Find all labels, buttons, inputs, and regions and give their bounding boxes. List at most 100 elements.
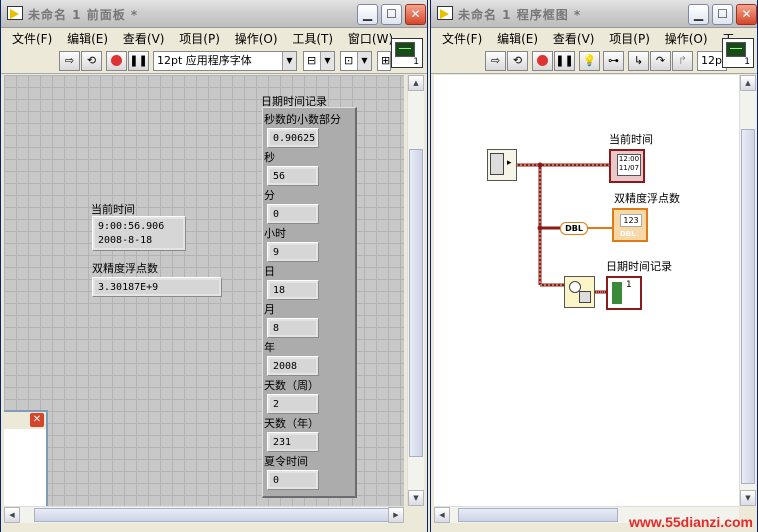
connector-number: 1 [744, 57, 750, 67]
scroll-thumb[interactable] [458, 508, 618, 522]
align-objects-icon[interactable]: ⊟ ▼ [303, 51, 335, 71]
cluster-field-value[interactable]: 0.90625 [267, 128, 319, 148]
run-icon[interactable]: ⇨ [485, 51, 506, 71]
scroll-left-icon[interactable]: ◀ [4, 507, 20, 523]
cluster-field-value[interactable]: 0 [267, 204, 319, 224]
block-diagram-canvas[interactable]: ▸ 当前时间 12:00 11/07 DBL 双精度浮点数 123 DBL 日期… [434, 75, 739, 506]
scroll-up-icon[interactable]: ▲ [408, 75, 424, 91]
vi-connector-icon[interactable]: 1 [391, 38, 423, 68]
double-label: 双精度浮点数 [92, 262, 158, 275]
palette-titlebar[interactable]: ✕ [4, 412, 46, 429]
arrow-icon: ▸ [507, 158, 512, 168]
block-diagram-window: 未命名 1 程序框图 * ▁ ☐ ✕ 文件(F) 编辑(E) 查看(V) 项目(… [430, 0, 758, 532]
menu-operate[interactable]: 操作(O) [235, 28, 278, 47]
seconds-to-datetime-node[interactable] [564, 276, 595, 308]
chevron-down-icon: ▼ [320, 52, 334, 70]
current-time-line2: 2008-8-18 [98, 235, 153, 246]
menu-tools[interactable]: 工具(T) [292, 28, 333, 47]
step-over-icon[interactable]: ↷ [650, 51, 671, 71]
double-indicator[interactable]: 3.30187E+9 [92, 277, 222, 297]
minimize-button[interactable]: ▁ [357, 4, 378, 25]
double-terminal[interactable]: 123 DBL [612, 208, 648, 242]
cluster-field-value[interactable]: 0 [267, 470, 319, 490]
watermark: www.55dianzi.com [629, 514, 753, 530]
menu-file[interactable]: 文件(F) [442, 28, 482, 47]
menu-view[interactable]: 查看(V) [553, 28, 595, 47]
field-text: 0 [270, 207, 316, 221]
scroll-down-icon[interactable]: ▼ [408, 490, 424, 506]
record-terminal[interactable]: 1 [606, 276, 642, 310]
cluster-field-label: 日 [264, 265, 275, 278]
scroll-up-icon[interactable]: ▲ [740, 75, 756, 91]
cluster-field-value[interactable]: 9 [267, 242, 319, 262]
highlight-execution-icon[interactable]: 💡 [579, 51, 600, 71]
get-datetime-node[interactable]: ▸ [487, 149, 517, 181]
datetime-cluster[interactable]: 秒数的小数部分 0.90625 秒 56 分 0 小时 9 日 18 月 8 年… [262, 107, 357, 498]
front-panel-titlebar[interactable]: 未命名 1 前面板 * ▁ ☐ ✕ [1, 0, 427, 28]
scroll-left-icon[interactable]: ◀ [434, 507, 450, 523]
run-icon[interactable]: ⇨ [59, 51, 80, 71]
menu-edit[interactable]: 编辑(E) [497, 28, 538, 47]
step-out-icon[interactable]: ↱ [672, 51, 693, 71]
close-button[interactable]: ✕ [736, 4, 757, 25]
front-panel-vscroll[interactable]: ▲ ▼ [407, 75, 424, 506]
scroll-down-icon[interactable]: ▼ [740, 490, 756, 506]
maximize-button[interactable]: ☐ [381, 4, 402, 25]
field-text: 2008 [270, 359, 316, 373]
front-panel-canvas[interactable]: 当前时间 9:00:56.906 2008-8-18 双精度浮点数 3.3018… [4, 75, 404, 506]
run-continuously-icon[interactable]: ⟲ [507, 51, 528, 71]
menu-project[interactable]: 项目(P) [609, 28, 650, 47]
distribute-objects-icon[interactable]: ⊡ ▼ [340, 51, 372, 71]
front-panel-hscroll[interactable]: ◀ ▶ [4, 506, 404, 523]
cluster-field-label: 小时 [264, 227, 286, 240]
cluster-icon [612, 282, 622, 304]
menu-edit[interactable]: 编辑(E) [67, 28, 108, 47]
resize-objects-icon[interactable]: ⊞ [377, 51, 391, 71]
current-time-terminal-label: 当前时间 [609, 133, 653, 146]
cluster-field-value[interactable]: 56 [267, 166, 319, 186]
block-diagram-titlebar[interactable]: 未命名 1 程序框图 * ▁ ☐ ✕ [431, 0, 757, 28]
chevron-down-icon: ▼ [357, 52, 371, 70]
pause-icon[interactable]: ❚❚ [554, 51, 575, 71]
menu-view[interactable]: 查看(V) [123, 28, 165, 47]
scroll-thumb[interactable] [34, 508, 389, 522]
menu-project[interactable]: 项目(P) [179, 28, 220, 47]
scroll-thumb[interactable] [409, 149, 423, 457]
step-into-icon[interactable]: ↳ [628, 51, 649, 71]
menu-file[interactable]: 文件(F) [12, 28, 52, 47]
vi-connector-icon[interactable]: 1 [722, 38, 754, 68]
abort-icon[interactable] [532, 51, 553, 71]
front-panel-menubar: 文件(F) 编辑(E) 查看(V) 项目(P) 操作(O) 工具(T) 窗口(W… [1, 28, 427, 48]
cluster-field-value[interactable]: 2 [267, 394, 319, 414]
cluster-field-value[interactable]: 8 [267, 318, 319, 338]
scroll-thumb[interactable] [741, 129, 755, 484]
cluster-field-label: 秒数的小数部分 [264, 113, 341, 126]
double-terminal-label: 双精度浮点数 [614, 192, 680, 205]
cluster-field-value[interactable]: 2008 [267, 356, 319, 376]
calendar-icon [579, 291, 591, 303]
close-button[interactable]: ✕ [405, 4, 426, 25]
maximize-button[interactable]: ☐ [712, 4, 733, 25]
block-diagram-vscroll[interactable]: ▲ ▼ [739, 75, 756, 506]
to-dbl-node[interactable]: DBL [560, 222, 588, 235]
menu-operate[interactable]: 操作(O) [665, 28, 708, 47]
menu-window[interactable]: 窗口(W) [348, 28, 393, 47]
pause-icon[interactable]: ❚❚ [128, 51, 149, 71]
scroll-right-icon[interactable]: ▶ [388, 507, 404, 523]
run-continuously-icon[interactable]: ⟲ [81, 51, 102, 71]
font-select[interactable]: 12pt 应用程序字体 ▼ [153, 51, 297, 71]
current-time-terminal[interactable]: 12:00 11/07 [609, 149, 645, 183]
front-panel-toolbar: ⇨ ⟲ ❚❚ 12pt 应用程序字体 ▼ ⊟ ▼ ⊡ ▼ ⊞ [1, 48, 427, 74]
current-time-indicator[interactable]: 9:00:56.906 2008-8-18 [92, 216, 186, 251]
cluster-field-value[interactable]: 18 [267, 280, 319, 300]
abort-icon[interactable] [106, 51, 127, 71]
front-panel-title: 未命名 1 前面板 * [28, 8, 139, 22]
cluster-field-value[interactable]: 231 [267, 432, 319, 452]
minimize-button[interactable]: ▁ [688, 4, 709, 25]
cluster-field-label: 月 [264, 303, 275, 316]
block-diagram-menubar: 文件(F) 编辑(E) 查看(V) 项目(P) 操作(O) 工 [431, 28, 757, 48]
retain-wire-values-icon[interactable]: ⊶ [603, 51, 624, 71]
close-icon[interactable]: ✕ [30, 413, 44, 427]
floating-palette-window[interactable]: ✕ [4, 410, 48, 506]
block-diagram-title: 未命名 1 程序框图 * [458, 8, 582, 22]
